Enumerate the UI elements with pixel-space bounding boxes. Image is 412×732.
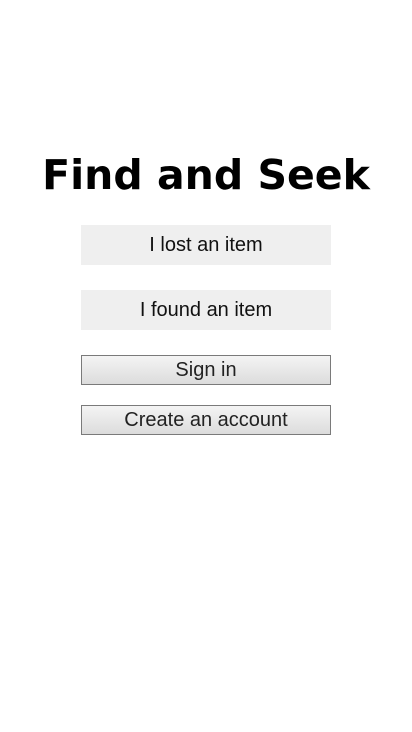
create-account-button[interactable]: Create an account <box>81 405 331 435</box>
lost-item-button[interactable]: I lost an item <box>81 225 331 265</box>
found-item-button[interactable]: I found an item <box>81 290 331 330</box>
app-title: Find and Seek <box>42 151 370 199</box>
sign-in-button[interactable]: Sign in <box>81 355 331 385</box>
